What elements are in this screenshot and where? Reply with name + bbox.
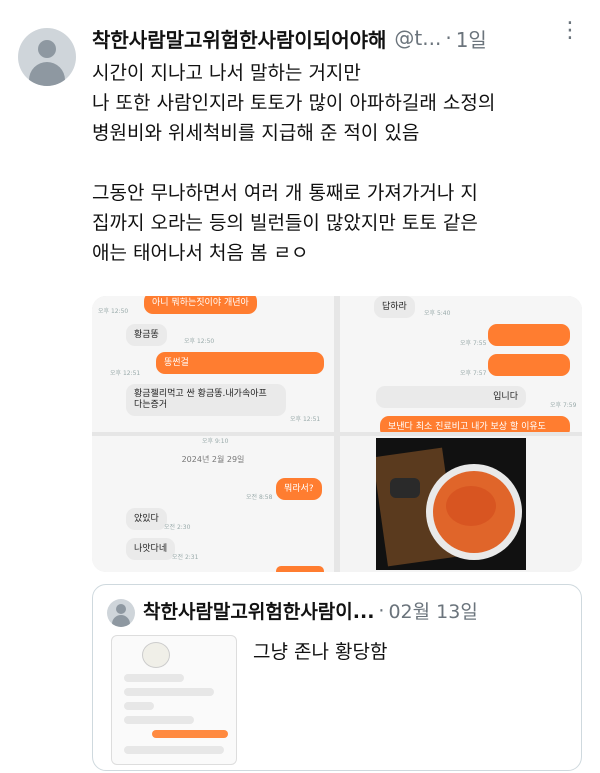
chat-timestamp: 오전 8:58 xyxy=(246,494,273,501)
avatar-head xyxy=(116,604,126,614)
chat-bubble: 아니 뭐하는짓이야 개년아 xyxy=(144,296,257,314)
avatar-body xyxy=(112,615,130,627)
quote-text: 그냥 존나 황당함 xyxy=(253,641,388,663)
mini-bubble xyxy=(124,746,224,754)
quote-media-thumbnail[interactable] xyxy=(111,635,237,765)
avatar-body xyxy=(29,62,65,86)
food-photo[interactable] xyxy=(340,436,582,572)
chat-date-divider: 2024년 2월 29일 xyxy=(181,455,245,464)
chat-bubble-line: 황금젤리먹고 싼 황금똥.내가속아프 xyxy=(134,389,267,399)
chat-bubble: 황금젤리먹고 싼 황금똥.내가속아프 다는증거 xyxy=(126,384,286,416)
chat-timestamp: 오후 7:59 xyxy=(550,402,577,409)
quote-separator: · xyxy=(378,599,385,622)
chat-bubble: 나앗다네 xyxy=(126,538,176,560)
chat-screenshot-2[interactable]: 답하라 오후 5:40 오후 7:55 오후 7:57 입니다 오후 7:59 … xyxy=(340,296,582,432)
chat-bubble: 았있다 xyxy=(126,508,167,530)
header-separator: · xyxy=(445,26,452,50)
chat-bubble: 똥썬걸 xyxy=(156,352,324,374)
chat-timestamp: 오후 12:50 xyxy=(98,308,129,315)
chat-bubble-line: 다는증거 xyxy=(134,400,168,410)
mini-bubble xyxy=(124,674,184,682)
quote-author-avatar[interactable] xyxy=(107,599,135,627)
chat-bubble: 뭐라서? xyxy=(276,478,322,500)
avatar-head xyxy=(38,40,56,58)
soup-photo xyxy=(376,438,526,570)
chat-bubble-partial xyxy=(276,566,324,572)
tweet-line: 그동안 무나하면서 여러 개 통째로 가져가거나 지 xyxy=(92,182,478,204)
chat-bubble: 황금똥 xyxy=(126,324,167,346)
tweet-time[interactable]: 1일 xyxy=(456,24,487,53)
tweet-text: 시간이 지나고 나서 말하는 거지만 나 또한 사람인지라 토토가 많이 아파하… xyxy=(92,58,592,268)
chat-timestamp: 오후 7:55 xyxy=(460,340,487,347)
mini-bubble-orange xyxy=(152,730,228,738)
sticker-image xyxy=(142,642,170,668)
more-vertical-icon[interactable]: ⋮ xyxy=(559,18,582,43)
chat-timestamp: 오후 9:10 xyxy=(202,438,229,445)
tweet-line: 애는 태어나서 처음 봄 ㄹㅇ xyxy=(92,242,309,264)
tweet-header: 착한사람말고위험한사람이되어야해 @t... · 1일 ⋮ xyxy=(92,18,592,56)
chat-screenshot-1[interactable]: 아니 뭐하는짓이야 개년아 오후 12:50 황금똥 오후 12:50 똥썬걸 … xyxy=(92,296,334,432)
chat-bubble-redacted xyxy=(488,354,570,376)
chat-bubble: 보낸다 최소 진료비고 내가 보상 할 이유도 xyxy=(380,416,570,432)
media-grid: 아니 뭐하는짓이야 개년아 오후 12:50 황금똥 오후 12:50 똥썬걸 … xyxy=(92,296,582,572)
mini-bubble xyxy=(124,716,194,724)
side-dish xyxy=(390,478,420,498)
chat-screenshot-3[interactable]: 오후 9:10 2024년 2월 29일 뭐라서? 오전 8:58 았있다 오전… xyxy=(92,436,334,572)
tweet-line: 집까지 오라는 등의 빌런들이 많았지만 토토 같은 xyxy=(92,212,478,234)
chat-timestamp: 오전 2:30 xyxy=(164,524,191,531)
mini-bubble xyxy=(124,702,154,710)
chat-timestamp: 오후 12:50 xyxy=(184,338,215,345)
chat-timestamp: 오후 12:51 xyxy=(290,416,321,423)
author-handle[interactable]: @t... xyxy=(394,26,441,50)
soup-center xyxy=(446,486,496,526)
chat-timestamp: 오후 12:51 xyxy=(110,370,141,377)
quote-time[interactable]: 02월 13일 xyxy=(388,597,477,624)
chat-bubble: 답하라 xyxy=(374,296,415,318)
chat-bubble-redacted xyxy=(488,324,570,346)
tweet-line: 나 또한 사람인지라 토토가 많이 아파하길래 소정의 xyxy=(92,92,496,114)
chat-bubble: 입니다 xyxy=(376,386,526,408)
chat-timestamp: 오후 5:40 xyxy=(424,310,451,317)
quote-author-name[interactable]: 착한사람말고위험한사람이... xyxy=(143,597,374,624)
tweet-line: 시간이 지나고 나서 말하는 거지만 xyxy=(92,62,361,84)
author-avatar[interactable] xyxy=(18,28,76,86)
mini-bubble xyxy=(124,688,214,696)
author-name[interactable]: 착한사람말고위험한사람이되어야해 xyxy=(92,24,386,53)
quote-header: 착한사람말고위험한사람이... · 02월 13일 xyxy=(143,597,478,624)
chat-timestamp: 오전 2:31 xyxy=(172,554,199,561)
tweet-line: 병원비와 위세척비를 지급해 준 적이 있음 xyxy=(92,122,420,144)
chat-timestamp: 오후 7:57 xyxy=(460,370,487,377)
quoted-tweet[interactable]: 착한사람말고위험한사람이... · 02월 13일 그냥 존나 황당함 xyxy=(92,584,582,771)
